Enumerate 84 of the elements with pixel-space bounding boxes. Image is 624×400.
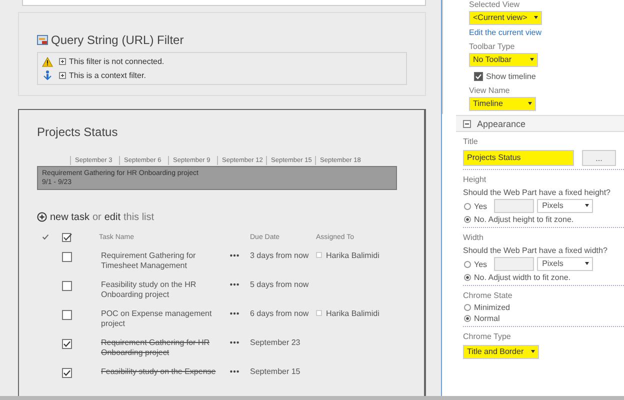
- unit-dropdown[interactable]: Pixels: [537, 199, 594, 213]
- builder-button[interactable]: ...: [582, 150, 616, 166]
- radio-button[interactable]: [464, 216, 471, 223]
- size-field[interactable]: [494, 199, 534, 213]
- task-name[interactable]: Feasibility study on the HR Onboarding project: [99, 280, 230, 300]
- caret-icon: [585, 262, 590, 265]
- task-name[interactable]: Feasibility study on the Expense: [99, 366, 230, 377]
- add-icon[interactable]: [37, 212, 47, 222]
- checkbox[interactable]: [62, 280, 72, 291]
- radio-button[interactable]: [464, 315, 471, 322]
- due-date: September 23: [250, 338, 302, 347]
- field-label: Width: [463, 233, 484, 243]
- due-date: 6 days from now: [250, 308, 310, 318]
- radio-button[interactable]: [464, 260, 471, 268]
- check-icon: [42, 234, 49, 240]
- checkbox[interactable]: [62, 310, 72, 320]
- more-icon[interactable]: [230, 254, 239, 257]
- presence-icon: [316, 310, 322, 316]
- field-label: Chrome Type: [463, 332, 512, 342]
- field-label: Selected View: [469, 0, 521, 10]
- radio-label: Normal: [474, 314, 500, 323]
- caret-icon: [528, 102, 532, 105]
- field-label: Toolbar Type: [469, 42, 516, 52]
- edit-view-link[interactable]: Edit the current view: [469, 28, 624, 37]
- caret-icon: [530, 58, 534, 61]
- info-icon: [42, 70, 53, 80]
- list-text: this list: [124, 212, 154, 223]
- radio-label: Yes: [474, 260, 488, 268]
- checkbox-label: Show timeline: [486, 72, 536, 81]
- question-text: Should the Web Part have a fixed height?: [463, 188, 612, 197]
- dropdown[interactable]: Timeline: [469, 97, 536, 111]
- due-date: 3 days from now: [250, 250, 310, 260]
- checkbox[interactable]: [474, 72, 483, 81]
- expand-icon[interactable]: [59, 58, 66, 66]
- radio-button[interactable]: [464, 202, 471, 210]
- question-text: Should the Web Part have a fixed width?: [463, 246, 608, 255]
- web-part-title: Query String (URL) Filter: [51, 32, 184, 47]
- assignee-name[interactable]: Harika Balimidi: [326, 250, 380, 260]
- more-icon[interactable]: [230, 312, 239, 315]
- field-label: Title: [463, 137, 479, 147]
- more-icon[interactable]: [230, 282, 239, 286]
- checkbox[interactable]: [62, 338, 72, 349]
- edit-link[interactable]: edit: [104, 212, 120, 223]
- field-label: View Name: [469, 86, 511, 96]
- more-icon[interactable]: [230, 340, 239, 344]
- message-text: This is a context filter.: [69, 70, 146, 80]
- size-field[interactable]: [494, 257, 534, 271]
- task-name[interactable]: Requirement Gathering for HR Onboarding project: [99, 338, 230, 358]
- select-all-icon[interactable]: [62, 232, 72, 243]
- presence-icon: [316, 252, 322, 258]
- radio-label: No. Adjust width to fit zone.: [474, 273, 570, 282]
- radio-button[interactable]: [464, 274, 471, 281]
- title-field[interactable]: Projects Status: [463, 150, 574, 166]
- unit-dropdown[interactable]: Pixels: [537, 257, 594, 271]
- web-part-title: Projects Status: [37, 124, 119, 141]
- task-name[interactable]: POC on Expense management project: [99, 308, 230, 329]
- field-label: Height: [463, 175, 488, 185]
- collapse-icon[interactable]: [463, 120, 471, 128]
- caret-icon: [534, 16, 538, 19]
- more-icon[interactable]: [230, 370, 239, 373]
- dropdown[interactable]: <Current view>: [469, 11, 542, 25]
- filter-icon: [37, 34, 48, 46]
- radio-label: Minimized: [474, 303, 510, 312]
- message-text: This filter is not connected.: [69, 57, 164, 66]
- due-date: 5 days from now: [250, 280, 310, 289]
- due-date: September 15: [250, 366, 302, 376]
- radio-label: No. Adjust height to fit zone.: [474, 215, 574, 224]
- section-header[interactable]: Appearance: [456, 115, 624, 132]
- caret-icon: [585, 204, 590, 207]
- expand-icon[interactable]: [59, 72, 66, 79]
- radio-button[interactable]: [464, 304, 471, 311]
- checkbox[interactable]: [62, 252, 72, 262]
- or-text: or: [92, 212, 102, 223]
- assignee-name[interactable]: Harika Balimidi: [326, 308, 380, 318]
- caret-icon: [530, 350, 535, 353]
- section-title: Appearance: [477, 118, 526, 128]
- warning-icon: [42, 56, 53, 67]
- new-task-link[interactable]: new task: [50, 212, 90, 223]
- checkbox[interactable]: [62, 368, 72, 378]
- dropdown[interactable]: No Toolbar: [469, 53, 538, 67]
- radio-label: Yes: [474, 202, 488, 210]
- dropdown[interactable]: Title and Border: [463, 345, 539, 359]
- task-name[interactable]: Requirement Gathering for Timesheet Management: [99, 250, 230, 271]
- field-label: Chrome State: [463, 291, 514, 301]
